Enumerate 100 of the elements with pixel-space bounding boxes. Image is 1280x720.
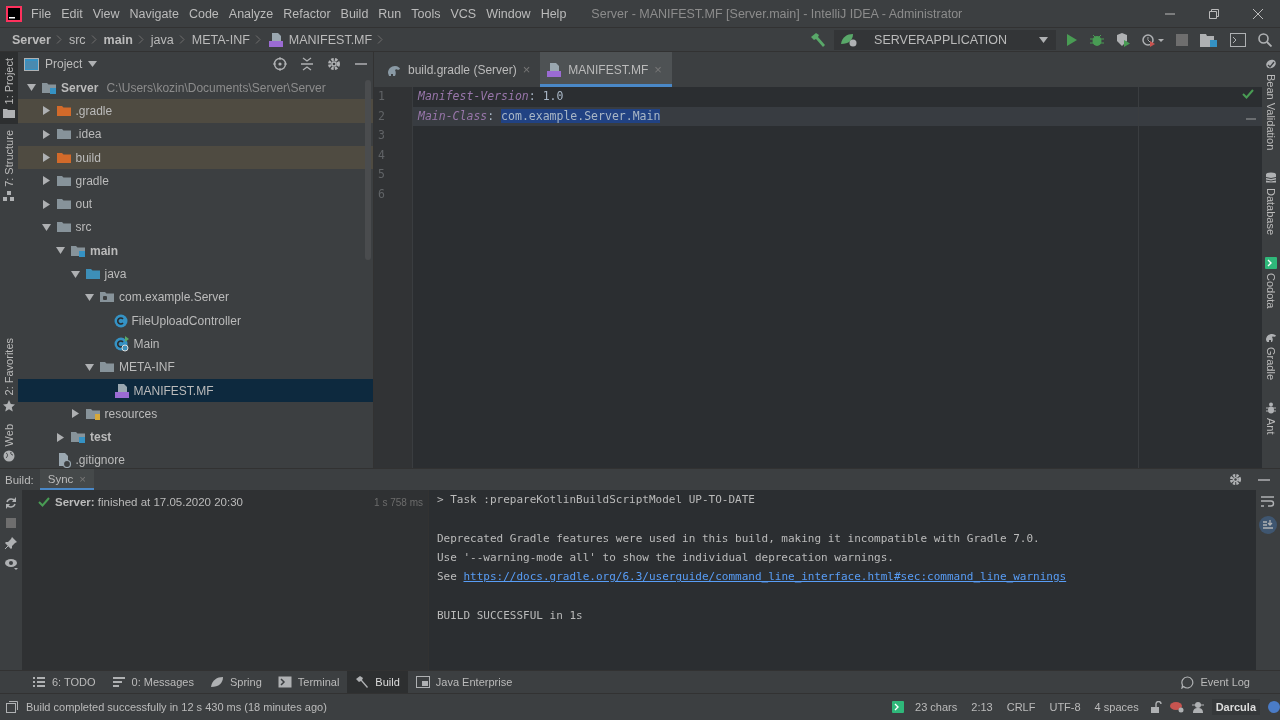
tree-item[interactable]: MANIFEST.MF [18, 378, 373, 403]
breadcrumb[interactable]: MANIFEST.MF [288, 32, 373, 47]
tool-window-tab[interactable]: Web [0, 417, 18, 468]
tool-window-tab[interactable]: Codota [1262, 251, 1280, 315]
run-icon[interactable] [1066, 32, 1078, 47]
expanded-arrow-icon[interactable] [41, 222, 51, 232]
menu-item[interactable]: Build [335, 4, 374, 23]
breadcrumb[interactable]: main [103, 32, 133, 47]
tree-item[interactable]: FileUploadController [18, 308, 373, 333]
menu-item[interactable]: Navigate [124, 4, 184, 23]
eye-icon[interactable] [4, 558, 18, 570]
collapse-all-icon[interactable] [301, 57, 313, 71]
tree-item[interactable]: java [18, 262, 373, 286]
console-link[interactable]: https://docs.gradle.org/6.3/userguide/command_line_interface.html#sec:command_line_warnings [463, 570, 1067, 584]
menu-item[interactable]: VCS [445, 4, 482, 23]
shield-icon[interactable] [1116, 32, 1130, 47]
menu-item[interactable]: Edit [56, 4, 88, 23]
status-item[interactable]: UTF-8 [1046, 701, 1084, 713]
profiler-icon[interactable] [1142, 32, 1164, 47]
tree-item[interactable]: .idea [18, 122, 373, 146]
tool-window-tab[interactable]: 2: Favorites [0, 332, 18, 418]
tree-item[interactable]: .gitignore [18, 448, 373, 468]
tool-window-tab[interactable]: 6: TODO [24, 671, 104, 693]
project-structure-icon[interactable] [1200, 32, 1218, 47]
terminal-icon[interactable] [1230, 32, 1246, 47]
tree-item[interactable]: build [18, 145, 373, 170]
expanded-arrow-icon[interactable] [27, 83, 36, 93]
tool-window-tab[interactable]: Gradle [1262, 324, 1280, 386]
hammer-icon[interactable] [810, 31, 827, 48]
inspection-icon[interactable] [1169, 701, 1184, 713]
pin-icon[interactable] [5, 537, 17, 549]
tool-window-tab[interactable]: Ant [1262, 395, 1280, 441]
menu-item[interactable]: Run [373, 4, 407, 23]
menu-item[interactable]: Code [183, 4, 224, 23]
breadcrumb[interactable]: java [150, 32, 174, 47]
breadcrumb[interactable]: Server [12, 32, 51, 47]
tree-item[interactable]: out [18, 192, 373, 216]
tool-window-tab[interactable]: 7: Structure [0, 124, 18, 208]
menu-item[interactable]: File [26, 4, 57, 23]
menu-item[interactable]: Tools [406, 4, 446, 23]
tree-item[interactable]: Server C:\Users\kozin\Documents\Server\Server [18, 76, 373, 100]
tool-window-tab[interactable]: Database [1262, 166, 1280, 242]
scroll-to-end-icon[interactable] [1259, 516, 1277, 534]
person-icon[interactable] [1191, 701, 1204, 713]
tree-item[interactable]: com.example.Server [18, 285, 373, 309]
editor-tab[interactable]: MANIFEST.MF × [540, 52, 672, 87]
tool-window-tab[interactable]: Event Log [1173, 671, 1258, 693]
collapsed-arrow-icon[interactable] [41, 129, 51, 139]
tree-item[interactable]: test [18, 425, 373, 449]
tree-item[interactable]: src [18, 215, 373, 240]
refresh-icon[interactable] [5, 497, 17, 509]
menu-item[interactable]: Window [481, 4, 536, 23]
menu-item[interactable]: View [87, 4, 125, 23]
menu-item[interactable]: Refactor [278, 4, 336, 23]
tree-item[interactable]: resources [18, 402, 373, 426]
tree-item[interactable]: .gradle [18, 99, 373, 123]
bug-icon[interactable] [1090, 32, 1104, 47]
settings-icon[interactable] [327, 57, 341, 71]
breadcrumb[interactable]: src [68, 32, 86, 47]
panel-tab[interactable]: Sync × [39, 469, 95, 490]
collapsed-arrow-icon[interactable] [70, 409, 80, 419]
collapsed-arrow-icon[interactable] [41, 199, 51, 209]
panel-toggle-icon[interactable] [6, 701, 18, 713]
status-item[interactable]: 23 chars [912, 701, 961, 713]
status-item[interactable]: 2:13 [968, 701, 996, 713]
codota-icon[interactable] [892, 701, 905, 713]
expanded-arrow-icon[interactable] [70, 269, 80, 279]
tree-item[interactable]: META-INF [18, 355, 373, 379]
close-icon[interactable] [1253, 8, 1263, 19]
expanded-arrow-icon[interactable] [85, 292, 94, 302]
status-item[interactable]: 4 spaces [1091, 701, 1142, 713]
tree-item[interactable]: main [18, 239, 373, 263]
collapsed-arrow-icon[interactable] [41, 176, 51, 186]
collapsed-arrow-icon[interactable] [56, 432, 65, 442]
soft-wrap-icon[interactable] [1261, 496, 1275, 508]
tool-window-tab[interactable]: Spring [202, 671, 270, 693]
tool-window-tab[interactable]: Java Enterprise [407, 671, 521, 693]
menu-item[interactable]: Help [535, 4, 572, 23]
breadcrumb[interactable]: META-INF [191, 32, 250, 47]
theme-label[interactable]: Darcula [1211, 699, 1260, 715]
status-item[interactable]: CRLF [1003, 701, 1039, 713]
tool-window-tab[interactable]: 1: Project [0, 52, 18, 125]
restore-icon[interactable] [1209, 8, 1219, 19]
collapsed-arrow-icon[interactable] [41, 153, 51, 163]
tree-item[interactable]: Main [18, 332, 373, 356]
editor-tab[interactable]: build.gradle (Server) × [380, 52, 541, 87]
search-icon[interactable] [1258, 32, 1272, 47]
tool-window-tab[interactable]: 0: Messages [103, 671, 202, 693]
locate-icon[interactable] [273, 57, 287, 71]
tool-window-tab[interactable]: Build [347, 671, 408, 693]
expanded-arrow-icon[interactable] [56, 246, 65, 256]
tool-window-tab[interactable]: Terminal [269, 671, 348, 693]
unlocked-icon[interactable] [1149, 701, 1162, 713]
tool-window-tab[interactable]: Bean Validation [1262, 52, 1280, 157]
settings-icon[interactable] [1229, 473, 1242, 486]
menu-item[interactable]: Analyze [223, 4, 279, 23]
run-configuration-dropdown[interactable]: SERVERAPPLICATION [834, 29, 1056, 50]
tree-item[interactable]: gradle [18, 169, 373, 193]
view-dropdown[interactable]: Project [45, 57, 98, 71]
collapsed-arrow-icon[interactable] [41, 106, 51, 116]
